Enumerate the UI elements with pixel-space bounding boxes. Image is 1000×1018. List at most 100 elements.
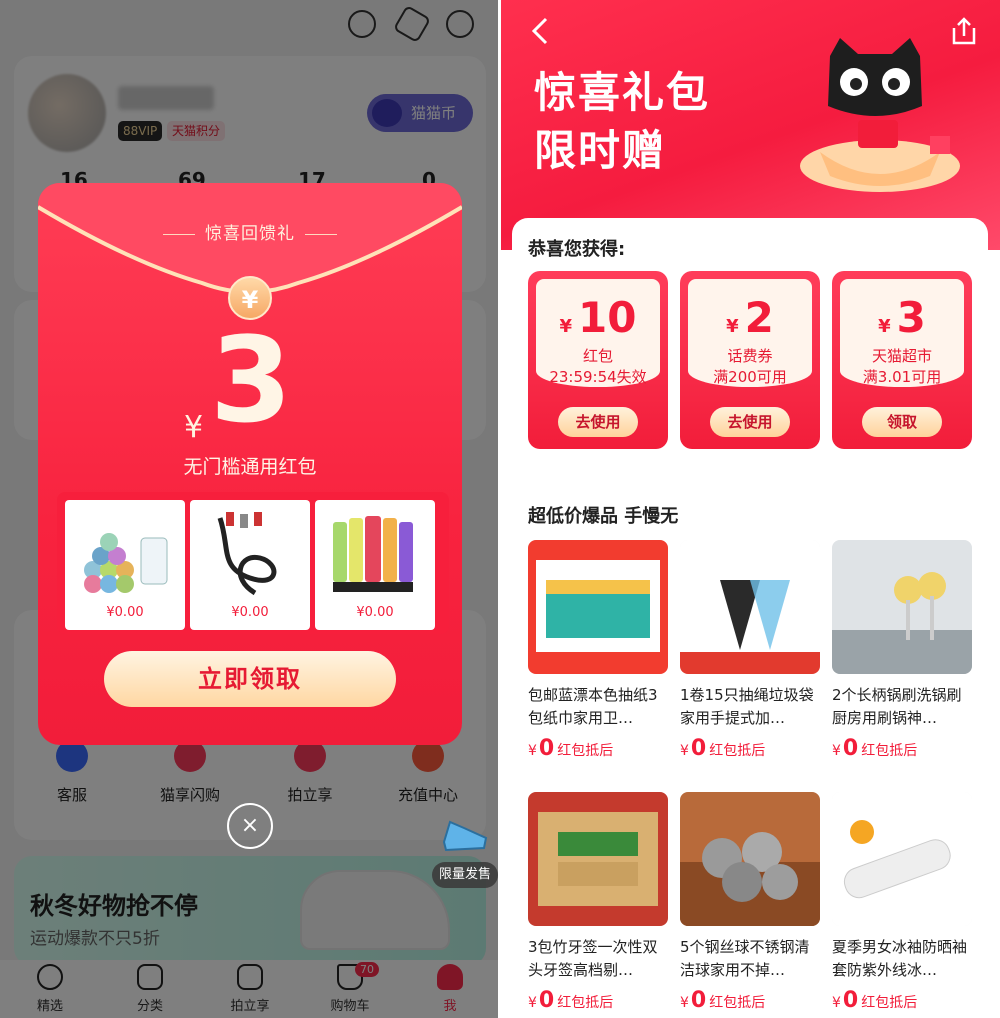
coupon-value: 3 [896,293,926,342]
right-screen: 惊喜礼包 限时赠 恭喜您获得: ¥10 红包 23:59:54失效 去使用 ¥2… [500,0,1000,1018]
price-tag: 红包抵后 [861,995,918,1011]
product-name: 包邮蓝漂本色抽纸3包纸巾家用卫… [528,686,658,727]
product-name: 2个长柄锅刷洗锅刷厨房用刷锅神… [832,686,962,727]
price-currency: ¥ [680,743,689,759]
coupon-use-button[interactable]: 去使用 [558,407,638,437]
product-name: 1卷15只抽绳垃圾袋家用手提式加… [680,686,814,727]
red-packet-modal: 惊喜回馈礼 ¥ ¥ 3 无门槛通用红包 ¥0.00 ¥0.00 ¥0.00 立即… [38,183,462,745]
header-title-line: 限时赠 [534,126,667,175]
price-value: 0 [538,736,555,761]
product-image [832,540,972,674]
product-card[interactable]: 3包竹牙签一次性双头牙签高档剔… ¥0 红包抵后 [528,792,668,1018]
product-price: ¥0 红包抵后 [528,988,613,1013]
modal-product[interactable]: ¥0.00 [190,500,310,630]
price-currency: ¥ [832,743,841,759]
price-tag: 红包抵后 [557,995,614,1011]
product-card[interactable]: 1卷15只抽绳垃圾袋家用手提式加… ¥0 红包抵后 [680,540,820,770]
price-currency: ¥ [528,995,537,1011]
price-currency: ¥ [680,995,689,1011]
product-card[interactable]: 包邮蓝漂本色抽纸3包纸巾家用卫… ¥0 红包抵后 [528,540,668,770]
coupon-face: ¥3 天猫超市 满3.01可用 [840,279,964,387]
product-card[interactable]: 夏季男女冰袖防晒袖套防紫外线冰… ¥0 红包抵后 [832,792,972,1018]
coupon-currency: ¥ [878,316,891,337]
hand-cream-image [333,516,413,592]
modal-product[interactable]: ¥0.00 [65,500,185,630]
coupon-use-button[interactable]: 去使用 [710,407,790,437]
coupon-type: 红包 [582,347,613,365]
modal-title: 惊喜回馈礼 [38,219,462,244]
price-tag: 红包抵后 [557,743,614,759]
sneaker-icon[interactable] [440,812,490,856]
limited-release-tag[interactable]: 限量发售 [432,862,498,888]
coupon-card: ¥10 红包 23:59:54失效 去使用 [528,271,668,449]
back-arrow-icon[interactable] [528,16,554,46]
coupon-amount: ¥10 [536,293,660,342]
congrats-text: 恭喜您获得: [528,239,626,260]
product-image [528,540,668,674]
price-currency: ¥ [832,995,841,1011]
amount-currency: ¥ [184,410,204,445]
coupon-type: 话费券 [727,347,773,365]
product-card[interactable]: 2个长柄锅刷洗锅刷厨房用刷锅神… ¥0 红包抵后 [832,540,972,770]
claim-now-button[interactable]: 立即领取 [104,651,396,707]
product-price: ¥0.00 [231,605,269,620]
garbage-bag-image [680,540,820,674]
price-value: 0 [842,736,859,761]
product-price: ¥0 红包抵后 [832,988,917,1013]
product-price: ¥0 红包抵后 [832,736,917,761]
product-name: 5个钢丝球不锈钢清洁球家用不掉… [680,938,810,979]
modal-product[interactable]: ¥0.00 [315,500,435,630]
panel-divider [498,0,501,1018]
coupon-card: ¥2 话费券 满200可用 去使用 [680,271,820,449]
product-name: 3包竹牙签一次性双头牙签高档剔… [528,938,658,979]
product-image [528,792,668,926]
charging-cable-image [217,512,277,596]
product-price: ¥0 红包抵后 [680,736,765,761]
header-title-line: 惊喜礼包 [534,68,711,117]
left-screen: 88VIP 天猫积分 猫猫币 16 69 17 0 客服 猫享闪购 拍立享 充值… [0,0,500,1018]
price-value: 0 [842,988,859,1013]
ice-sleeve-image [832,792,972,926]
product-image [680,792,820,926]
coupon-currency: ¥ [726,316,739,337]
trash-bags-image [84,533,168,593]
product-price: ¥0.00 [356,605,394,620]
coupon-condition: 满200可用 [713,368,787,386]
coupon-face: ¥10 红包 23:59:54失效 [536,279,660,387]
coupon-card: ¥3 天猫超市 满3.01可用 领取 [832,271,972,449]
close-modal-button[interactable]: × [227,803,273,849]
price-currency: ¥ [528,743,537,759]
steel-wool-image [680,792,820,926]
section-title: 超低价爆品 手慢无 [528,506,679,527]
price-tag: 红包抵后 [861,743,918,759]
coupon-value: 2 [744,293,774,342]
coupon-currency: ¥ [559,316,573,337]
coupon-condition: 23:59:54失效 [549,368,647,386]
product-image [832,792,972,926]
coupon-amount: ¥2 [688,293,812,342]
pot-brush-image [832,540,972,674]
product-price: ¥0.00 [106,605,144,620]
toothpick-image [528,792,668,926]
header-title: 惊喜礼包 限时赠 [534,64,710,180]
price-value: 0 [690,736,707,761]
price-tag: 红包抵后 [709,743,766,759]
price-value: 0 [690,988,707,1013]
coupon-face: ¥2 话费券 满200可用 [688,279,812,387]
red-packet-amount: 3 [210,311,293,449]
product-price: ¥0 红包抵后 [680,988,765,1013]
product-price: ¥0 红包抵后 [528,736,613,761]
red-packet-desc: 无门槛通用红包 [183,456,317,478]
price-tag: 红包抵后 [709,995,766,1011]
tissue-box-image [528,540,668,674]
product-card[interactable]: 5个钢丝球不锈钢清洁球家用不掉… ¥0 红包抵后 [680,792,820,1018]
coupon-value: 10 [578,293,637,342]
coupon-claim-button[interactable]: 领取 [862,407,942,437]
product-image [680,540,820,674]
coupon-type: 天猫超市 [871,347,932,365]
price-value: 0 [538,988,555,1013]
product-name: 夏季男女冰袖防晒袖套防紫外线冰… [832,938,968,979]
coupon-amount: ¥3 [840,293,964,342]
tmall-cat-mascot-icon [800,38,960,192]
coupon-condition: 满3.01可用 [862,368,942,386]
